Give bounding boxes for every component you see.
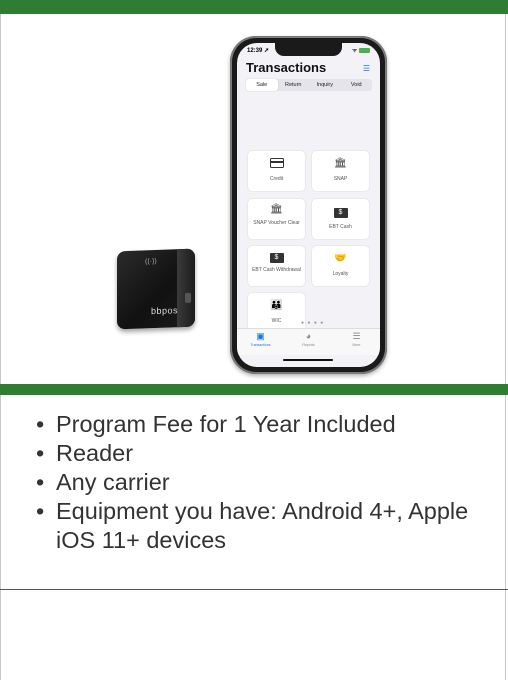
feature-item: Equipment you have: Android 4+, Apple iO… bbox=[34, 497, 508, 555]
bottom-divider bbox=[0, 589, 508, 590]
menu-icon: ☰ bbox=[352, 331, 361, 341]
tile-wic[interactable]: 👪 WIC bbox=[248, 293, 305, 333]
status-icons: ᯤ bbox=[352, 46, 370, 54]
tab-inquiry[interactable]: Inquiry bbox=[309, 79, 341, 91]
tab-return[interactable]: Return bbox=[278, 79, 310, 91]
card-reader-device: ((·)) bbpos bbox=[117, 248, 195, 330]
tile-label: EBT Cash bbox=[329, 224, 352, 230]
tabbar-label: More bbox=[352, 343, 361, 347]
feature-item: Program Fee for 1 Year Included bbox=[34, 410, 508, 439]
list-view-icon[interactable]: ☰ bbox=[363, 64, 370, 73]
phone-mockup: 12:39 ➚ ᯤ Transactions ☰ Sale Return Inq… bbox=[230, 36, 387, 374]
tile-snap[interactable]: 🏛 SNAP bbox=[312, 151, 369, 191]
reader-slot bbox=[185, 292, 191, 303]
handshake-icon: 🤝 bbox=[334, 253, 347, 264]
middle-green-bar bbox=[0, 384, 508, 395]
battery-icon bbox=[359, 47, 370, 53]
tab-void[interactable]: Void bbox=[341, 79, 373, 91]
tile-loyalty[interactable]: 🤝 Loyalty bbox=[312, 246, 369, 286]
tabbar-transactions[interactable]: ▣ Transactions bbox=[237, 331, 284, 347]
bank-icon: 🏛 bbox=[334, 158, 347, 169]
tile-label: WIC bbox=[271, 318, 282, 324]
phone-screen: 12:39 ➚ ᯤ Transactions ☰ Sale Return Inq… bbox=[237, 43, 380, 367]
dollar-icon: $ bbox=[312, 206, 369, 218]
home-indicator bbox=[283, 359, 333, 361]
tile-label: EBT Cash Withdrawal bbox=[252, 267, 301, 273]
transaction-type-tabs: Sale Return Inquiry Void bbox=[246, 79, 372, 91]
reader-logo: bbpos bbox=[151, 305, 179, 317]
nfc-icon: ((·)) bbox=[145, 257, 157, 266]
tile-ebt-cash[interactable]: $ EBT Cash bbox=[312, 199, 369, 239]
dollar-icon: $ bbox=[248, 251, 305, 263]
tile-label: SNAP bbox=[333, 176, 348, 182]
feature-item: Any carrier bbox=[34, 468, 508, 497]
tabbar-label: Transactions bbox=[250, 343, 271, 347]
tabbar-label: Reports bbox=[302, 343, 315, 347]
tabbar-more[interactable]: ☰ More bbox=[333, 331, 380, 347]
tile-label: SNAP Voucher Clear bbox=[253, 220, 300, 226]
tab-sale[interactable]: Sale bbox=[246, 79, 278, 91]
feature-list: Program Fee for 1 Year Included Reader A… bbox=[34, 410, 508, 555]
transactions-icon: ▣ bbox=[256, 331, 265, 341]
tile-credit[interactable]: Credit bbox=[248, 151, 305, 191]
feature-item: Reader bbox=[34, 439, 508, 468]
family-icon: 👪 bbox=[270, 300, 283, 311]
pie-chart-icon: ◕ bbox=[305, 331, 312, 341]
app-title: Transactions bbox=[246, 60, 327, 75]
bank-icon: 🏛 bbox=[270, 204, 283, 215]
tile-label: Credit bbox=[269, 176, 284, 182]
tile-label: Loyalty bbox=[332, 271, 349, 277]
status-time: 12:39 ➚ bbox=[247, 48, 270, 54]
tabbar-reports[interactable]: ◕ Reports bbox=[285, 331, 332, 347]
reader-side-panel bbox=[177, 248, 195, 328]
credit-card-icon bbox=[248, 158, 305, 171]
top-green-bar bbox=[0, 0, 508, 14]
tile-snap-voucher-clear[interactable]: 🏛 SNAP Voucher Clear bbox=[248, 199, 305, 239]
wifi-icon: ᯤ bbox=[351, 48, 358, 54]
phone-notch bbox=[275, 43, 342, 56]
page-dots: ● ● ● ● bbox=[301, 320, 325, 326]
tile-ebt-cash-withdrawal[interactable]: $ EBT Cash Withdrawal bbox=[248, 246, 305, 286]
bottom-tab-bar: ▣ Transactions ◕ Reports ☰ More bbox=[237, 328, 380, 355]
